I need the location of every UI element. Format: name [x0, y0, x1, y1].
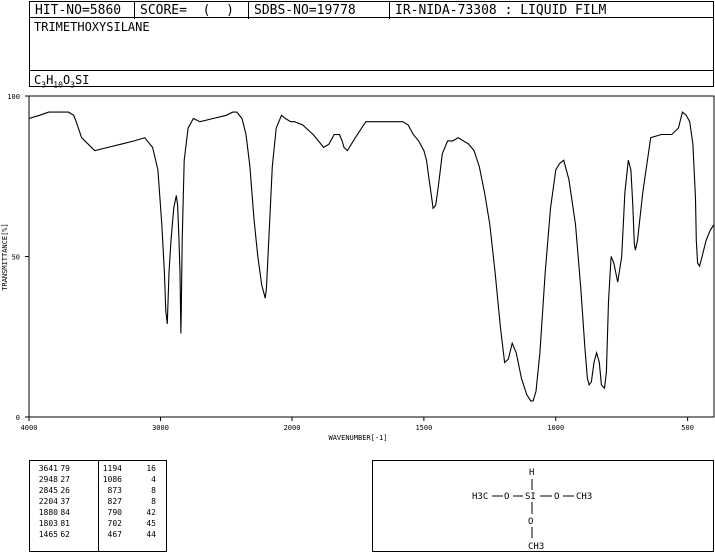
peak-wavenumber: 827	[107, 497, 122, 506]
atom-o-right: O	[554, 492, 559, 502]
peak-wavenumber: 873	[107, 486, 122, 495]
x-tick-label: 1500	[415, 424, 432, 432]
x-axis-label: WAVENUMBER[-1]	[328, 434, 387, 442]
x-tick-label: 3000	[152, 424, 169, 432]
peak-row: 2204 37 827 8	[32, 496, 164, 507]
peak-wavenumber: 2204	[38, 497, 58, 506]
x-tick-label: 500	[681, 424, 694, 432]
peak-transmittance: 81	[60, 519, 70, 528]
peak-transmittance: 42	[146, 508, 156, 517]
peak-transmittance: 16	[146, 464, 156, 473]
atom-o-left: O	[504, 492, 509, 502]
peak-transmittance: 26	[60, 486, 70, 495]
peak-row: 2845 26 873 8	[32, 485, 164, 496]
peak-transmittance: 8	[151, 486, 156, 495]
peak-table-box: 3641 79 1194 16 2948 27 1086 4 2845 26 873 8 2204 37 8…	[29, 460, 167, 552]
spectrum-line	[28, 111, 715, 402]
structure-box: H H3C O SI O CH3 O CH3	[372, 460, 714, 552]
x-tick-label: 4000	[21, 424, 38, 432]
ir-spectrum-chart: 4000 3000 2000 1500 1000 500 100500 WAVENUMBE…	[1, 93, 715, 442]
atom-h: H	[529, 468, 534, 478]
peak-row: 1465 62 467 44	[32, 529, 164, 540]
y-tick-label: 50	[12, 254, 20, 262]
x-axis-ticks: 4000 3000 2000 1500 1000 500	[21, 417, 694, 432]
peak-transmittance: 84	[60, 508, 70, 517]
peak-wavenumber: 1803	[38, 519, 58, 528]
peak-transmittance: 27	[60, 475, 70, 484]
group-ch3-right: CH3	[576, 492, 592, 502]
peak-wavenumber: 3641	[38, 464, 58, 473]
peak-wavenumber: 1086	[102, 475, 122, 484]
peak-row: 2948 27 1086 4	[32, 474, 164, 485]
peak-wavenumber: 2948	[38, 475, 58, 484]
peak-wavenumber: 2845	[38, 486, 58, 495]
y-tick-label: 100	[7, 93, 20, 101]
peak-transmittance: 45	[146, 519, 156, 528]
y-axis-label: TRANSMITTANCE[%]	[1, 223, 9, 290]
peak-row: 1803 81 702 45	[32, 518, 164, 529]
x-tick-label: 1000	[547, 424, 564, 432]
y-axis-ticks: 100 50 0	[7, 93, 29, 422]
atom-si: SI	[525, 492, 536, 502]
peak-row: 1880 84 790 42	[32, 507, 164, 518]
group-h3c: H3C	[472, 492, 488, 502]
peak-wavenumber: 467	[107, 530, 122, 539]
y-tick-label: 0	[16, 414, 20, 422]
peak-wavenumber: 1880	[38, 508, 58, 517]
peak-transmittance: 37	[60, 497, 70, 506]
peak-table: 3641 79 1194 16 2948 27 1086 4 2845 26 873 8 2204 37 8…	[32, 463, 164, 540]
peak-wavenumber: 790	[107, 508, 122, 517]
peak-wavenumber: 702	[107, 519, 122, 528]
structure-diagram: H H3C O SI O CH3 O CH3	[472, 468, 592, 552]
peak-wavenumber: 1465	[38, 530, 58, 539]
peak-transmittance: 44	[146, 530, 156, 539]
peak-transmittance: 79	[60, 464, 70, 473]
x-tick-label: 2000	[284, 424, 301, 432]
group-ch3-bottom: CH3	[528, 542, 544, 552]
peak-row: 3641 79 1194 16	[32, 463, 164, 474]
peak-transmittance: 8	[151, 497, 156, 506]
peak-wavenumber: 1194	[102, 464, 122, 473]
peak-transmittance: 62	[60, 530, 70, 539]
atom-o-bottom: O	[528, 517, 533, 527]
peak-transmittance: 4	[151, 475, 156, 484]
